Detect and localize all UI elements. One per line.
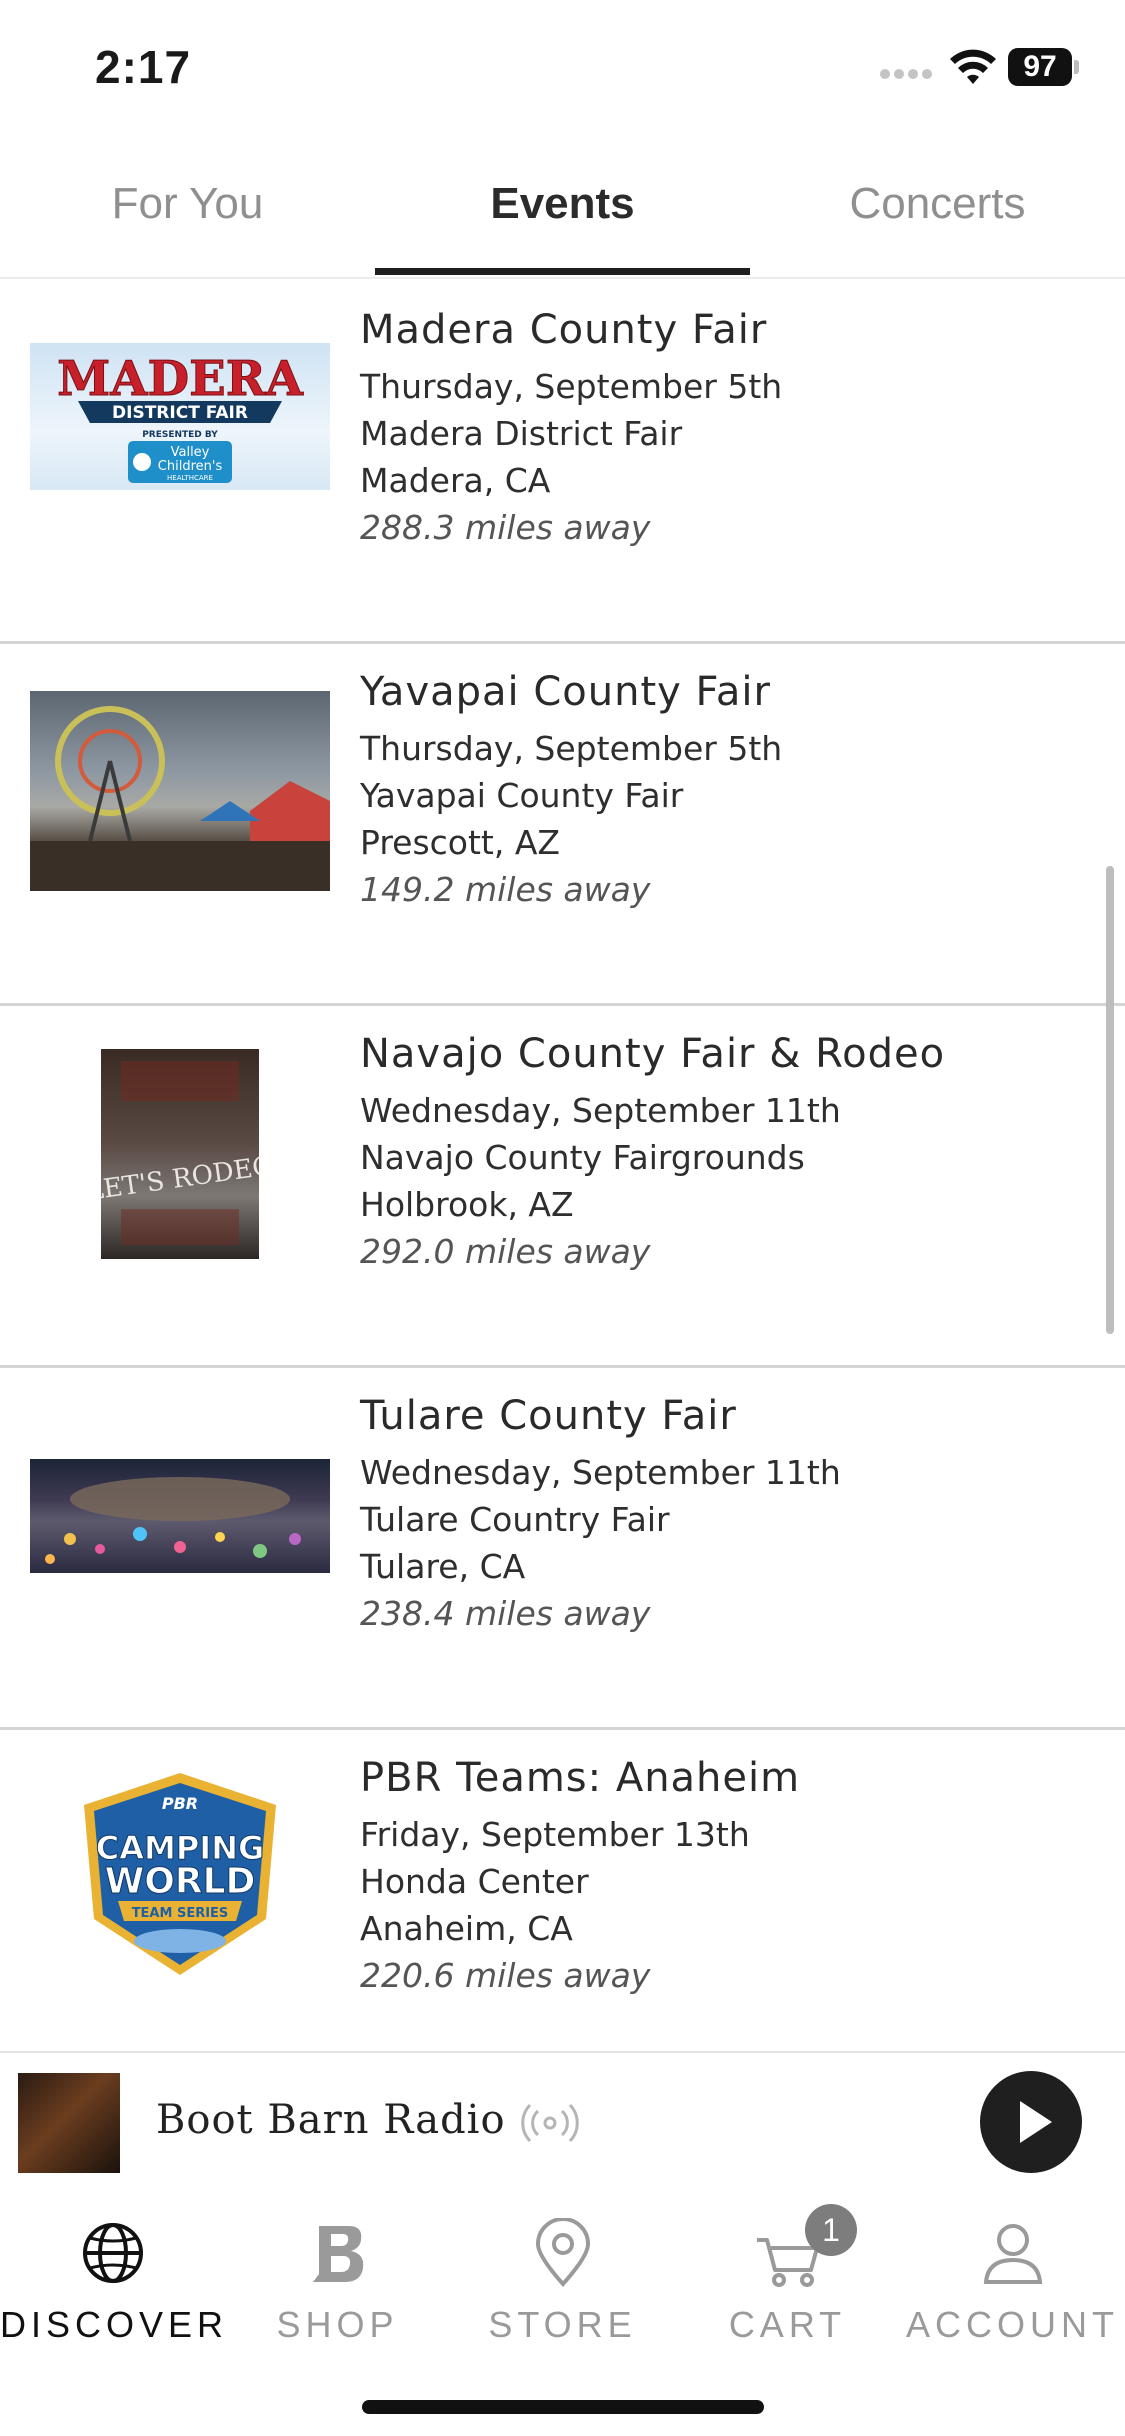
radio-artwork — [18, 2073, 120, 2173]
event-date: Thursday, September 5th — [360, 729, 783, 768]
active-tab-indicator — [375, 268, 750, 275]
person-icon — [983, 2224, 1043, 2284]
event-info: Tulare County Fair Wednesday, September … — [360, 1393, 1100, 1637]
event-venue: Madera District Fair — [360, 414, 683, 453]
nav-store[interactable]: STORE — [450, 2204, 675, 2354]
event-title: Yavapai County Fair — [360, 669, 771, 715]
madera-logo-subtitle: DISTRICT FAIR — [112, 403, 248, 423]
event-venue: Honda Center — [360, 1862, 589, 1901]
event-distance: 288.3 miles away — [360, 508, 651, 547]
madera-logo-title: MADERA — [57, 351, 303, 407]
player-title: Boot Barn Radio — [156, 2097, 506, 2143]
event-list[interactable]: MADERA DISTRICT FAIR PRESENTED BY Valley… — [0, 279, 1125, 2051]
tab-events[interactable]: Events — [375, 135, 750, 277]
nav-label: ACCOUNT — [906, 2304, 1119, 2345]
event-venue: Tulare Country Fair — [360, 1500, 670, 1539]
nav-label: CART — [728, 2304, 847, 2345]
event-date: Friday, September 13th — [360, 1815, 750, 1854]
event-venue: Navajo County Fairgrounds — [360, 1138, 805, 1177]
battery-tip — [1074, 60, 1079, 74]
event-distance: 238.4 miles away — [360, 1594, 651, 1633]
tab-concerts[interactable]: Concerts — [750, 135, 1125, 277]
nav-label: SHOP — [276, 2304, 399, 2345]
event-distance: 292.0 miles away — [360, 1232, 651, 1271]
mini-player[interactable]: Boot Barn Radio — [0, 2051, 1125, 2190]
cart-count-badge: 1 — [805, 2204, 857, 2256]
event-distance: 220.6 miles away — [360, 1956, 651, 1995]
navajo-fair-poster: LET'S RODEO — [101, 1049, 259, 1259]
broadcast-icon — [521, 2103, 579, 2143]
navajo-poster-text: LET'S RODEO — [101, 1151, 259, 1207]
event-info: Yavapai County Fair Thursday, September … — [360, 669, 1100, 913]
status-bar: 2:17 97 — [0, 0, 1125, 135]
event-city: Madera, CA — [360, 461, 551, 500]
globe-icon — [83, 2223, 143, 2283]
event-row-yavapai[interactable]: Yavapai County Fair Thursday, September … — [0, 641, 1125, 1006]
top-tabs: For You Events Concerts — [0, 135, 1125, 279]
cellular-signal-icon — [880, 66, 936, 79]
event-city: Tulare, CA — [360, 1547, 526, 1586]
pbr-logo-line-2: WORLD — [105, 1861, 256, 1902]
event-row-pbr-anaheim[interactable]: PBR CAMPING WORLD TEAM SERIES PBR Teams:… — [0, 1727, 1125, 2051]
event-title: Madera County Fair — [360, 307, 768, 353]
nav-label: STORE — [488, 2304, 637, 2345]
list-scrollbar[interactable] — [1106, 866, 1114, 1334]
nav-discover[interactable]: DISCOVER — [0, 2204, 225, 2354]
status-time: 2:17 — [95, 41, 192, 93]
event-info: Navajo County Fair & Rodeo Wednesday, Se… — [360, 1031, 1100, 1275]
madera-logo-sponsor-1: Valley — [171, 445, 210, 460]
nav-shop[interactable]: SHOP — [225, 2204, 450, 2354]
event-city: Anaheim, CA — [360, 1909, 573, 1948]
battery-icon: 97 — [1008, 48, 1072, 86]
madera-fair-logo: MADERA DISTRICT FAIR PRESENTED BY Valley… — [30, 343, 330, 490]
event-title: Navajo County Fair & Rodeo — [360, 1031, 946, 1077]
event-title: PBR Teams: Anaheim — [360, 1755, 801, 1801]
home-indicator[interactable] — [362, 2400, 764, 2414]
event-city: Holbrook, AZ — [360, 1185, 574, 1224]
event-row-madera[interactable]: MADERA DISTRICT FAIR PRESENTED BY Valley… — [0, 279, 1125, 644]
pbr-logo-top: PBR — [162, 1794, 198, 1813]
event-distance: 149.2 miles away — [360, 870, 651, 909]
event-info: PBR Teams: Anaheim Friday, September 13t… — [360, 1755, 1100, 1999]
event-date: Thursday, September 5th — [360, 367, 783, 406]
pbr-camping-world-logo: PBR CAMPING WORLD TEAM SERIES — [78, 1769, 282, 1979]
bottom-nav: DISCOVER SHOP STORE 1 CART ACCOUNT — [0, 2188, 1125, 2436]
wifi-icon — [950, 49, 996, 84]
nav-account[interactable]: ACCOUNT — [900, 2204, 1125, 2354]
event-info: Madera County Fair Thursday, September 5… — [360, 307, 1100, 551]
play-icon — [1020, 2101, 1052, 2143]
event-date: Wednesday, September 11th — [360, 1453, 841, 1492]
madera-logo-sponsor-2: Children's — [158, 459, 223, 474]
madera-logo-presented: PRESENTED BY — [142, 430, 218, 440]
event-row-tulare[interactable]: Tulare County Fair Wednesday, September … — [0, 1365, 1125, 1730]
event-date: Wednesday, September 11th — [360, 1091, 841, 1130]
tulare-fair-photo — [30, 1459, 330, 1573]
event-city: Prescott, AZ — [360, 823, 561, 862]
play-button[interactable] — [980, 2071, 1082, 2173]
madera-logo-sponsor-3: HEALTHCARE — [167, 474, 213, 482]
event-row-navajo[interactable]: LET'S RODEO Navajo County Fair & Rodeo W… — [0, 1003, 1125, 1368]
yavapai-fair-photo — [30, 691, 330, 891]
pbr-logo-series: TEAM SERIES — [132, 1906, 229, 1921]
tab-for-you[interactable]: For You — [0, 135, 375, 277]
nav-cart[interactable]: 1 CART — [675, 2204, 900, 2354]
event-title: Tulare County Fair — [360, 1393, 737, 1439]
nav-label: DISCOVER — [0, 2304, 229, 2345]
map-pin-icon — [535, 2218, 591, 2288]
boot-barn-b-icon — [313, 2226, 364, 2282]
event-venue: Yavapai County Fair — [360, 776, 684, 815]
